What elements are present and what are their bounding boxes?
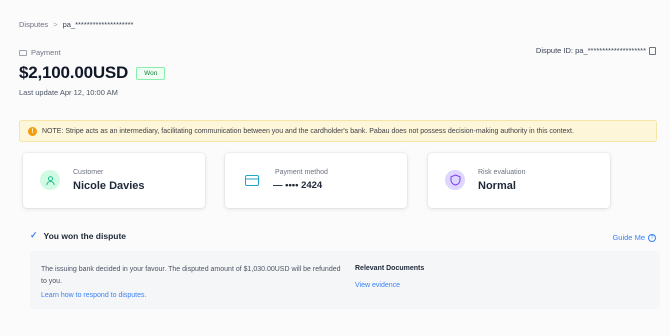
outcome-description: The issuing bank decided in your favour.… <box>41 266 341 285</box>
risk-label: Risk evaluation <box>478 169 526 176</box>
status-badge: Won <box>136 66 166 80</box>
copy-icon[interactable] <box>649 46 656 55</box>
payment-method-value: — •••• 2424 <box>273 180 322 191</box>
note-banner: ! NOTE: Stripe acts as an intermediary, … <box>19 120 657 142</box>
payment-method-label: Payment method <box>275 169 328 176</box>
payment-method-card: Payment method — •••• 2424 <box>225 153 407 208</box>
amount-row: $2,100.00USD Won <box>19 63 166 83</box>
guide-me-link[interactable]: Guide Me ? <box>612 233 656 242</box>
shield-icon <box>445 170 465 190</box>
customer-card: Customer Nicole Davies <box>23 153 205 208</box>
card-brand-mark: — <box>273 180 283 191</box>
risk-card: Risk evaluation Normal <box>428 153 610 208</box>
last-update: Last update Apr 12, 10:00 AM <box>19 88 118 97</box>
view-evidence-link[interactable]: View evidence <box>355 282 400 289</box>
breadcrumb-disputes-link[interactable]: Disputes <box>19 20 48 29</box>
dispute-id: Dispute ID: pa_******************** <box>536 46 656 55</box>
documents-title: Relevant Documents <box>355 265 425 272</box>
risk-value: Normal <box>478 180 516 192</box>
dispute-id-text: Dispute ID: pa_******************** <box>535 46 646 55</box>
card-number: •••• 2424 <box>285 180 323 191</box>
help-icon: ? <box>648 233 656 242</box>
payment-amount: $2,100.00USD <box>19 63 129 82</box>
payment-icon <box>19 49 27 56</box>
guide-me-label: Guide Me <box>612 233 645 242</box>
note-text: NOTE: Stripe acts as an intermediary, fa… <box>42 127 574 135</box>
person-icon <box>40 170 60 190</box>
check-icon: ✓ <box>30 230 38 240</box>
learn-link[interactable]: Learn how to respond to disputes. <box>41 292 146 299</box>
customer-label: Customer <box>73 169 104 176</box>
payment-label-text: Payment <box>31 48 61 57</box>
breadcrumb: Disputes > pa_******************** <box>19 20 133 29</box>
warning-icon: ! <box>28 126 37 136</box>
outcome-title-text: You won the dispute <box>43 230 127 241</box>
breadcrumb-separator: > <box>53 20 58 29</box>
breadcrumb-current: pa_******************** <box>62 20 134 29</box>
outcome-title: ✓ You won the dispute <box>30 230 126 241</box>
outcome-panel: The issuing bank decided in your favour.… <box>30 251 660 309</box>
customer-name: Nicole Davies <box>73 180 145 192</box>
card-icon <box>242 170 262 190</box>
payment-label: Payment <box>19 48 61 57</box>
